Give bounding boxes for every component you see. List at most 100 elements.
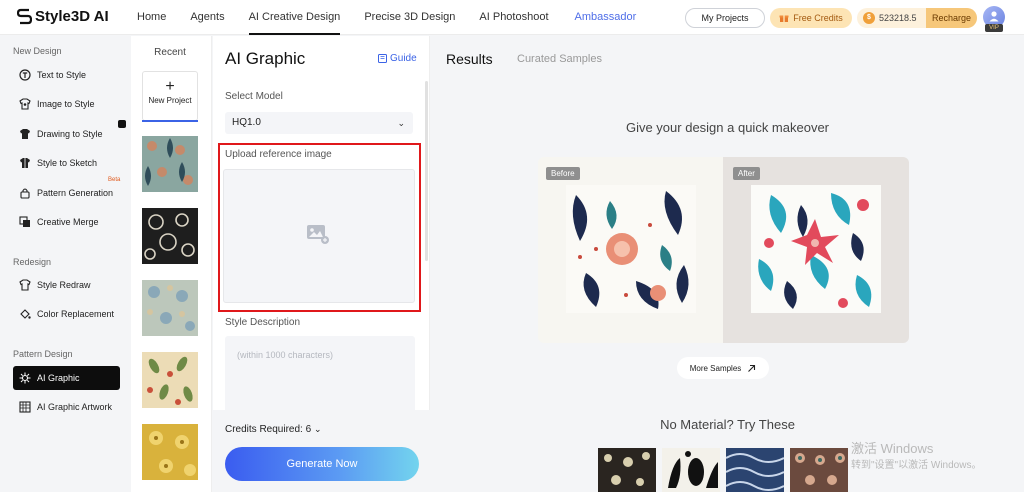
free-credits-label: Free Credits — [793, 13, 843, 23]
my-projects-button[interactable]: My Projects — [685, 8, 765, 28]
credits-required-label: Credits Required: 6 — [225, 424, 312, 435]
nav-agents[interactable]: Agents — [178, 0, 236, 35]
sidebar-item-ai-graphic-artwork[interactable]: AI Graphic Artwork — [13, 395, 120, 419]
recent-projects-panel: Recent + New Project — [131, 36, 342, 492]
arrow-up-right-icon — [748, 364, 756, 372]
tab-curated-samples[interactable]: Curated Samples — [517, 53, 602, 65]
new-project-button[interactable]: + New Project — [142, 71, 198, 121]
highlight-frame — [218, 143, 421, 312]
before-after-comparison: Before After — [538, 157, 909, 343]
page-title: AI Graphic — [225, 49, 306, 68]
image-shirt-icon — [19, 98, 31, 110]
section-redesign: Redesign — [13, 257, 52, 267]
free-credits-button[interactable]: Free Credits — [770, 8, 852, 28]
tab-results[interactable]: Results — [446, 51, 493, 67]
sidebar-item-label: Color Replacement — [37, 309, 115, 319]
guide-link[interactable]: Guide — [378, 53, 417, 64]
material-sample[interactable] — [726, 448, 784, 492]
before-pattern-image — [566, 185, 696, 313]
more-samples-label: More Samples — [689, 363, 742, 373]
sidebar-item-color-replacement[interactable]: Color Replacement — [13, 302, 120, 326]
plus-icon: + — [165, 78, 175, 95]
sidebar-item-label: AI Graphic Artwork — [37, 402, 113, 412]
style-description-input[interactable]: (within 1000 characters) — [225, 336, 415, 416]
sketch-shirt-icon — [19, 157, 31, 169]
user-icon — [989, 11, 999, 22]
credits-balance: 523218.5 — [879, 13, 917, 23]
chevron-down-icon: ⌄ — [397, 118, 405, 128]
brand-logo[interactable]: Style3D AI — [17, 8, 109, 25]
chevron-down-icon: ⌄ — [313, 424, 322, 434]
active-indicator — [142, 120, 198, 122]
style3d-logo-icon — [17, 8, 32, 25]
form-footer: Credits Required: 6 ⌄ Generate Now — [213, 410, 430, 492]
after-badge: After — [733, 167, 760, 180]
model-select-value: HQ1.0 — [232, 117, 261, 128]
nav-home[interactable]: Home — [125, 0, 178, 35]
ai-graphic-icon — [19, 372, 31, 384]
before-badge: Before — [546, 167, 580, 180]
credits-required-dropdown[interactable]: Credits Required: 6 ⌄ — [225, 424, 321, 435]
t-shirt-text-icon — [19, 69, 31, 81]
sidebar-item-label: Text to Style — [37, 70, 87, 80]
no-material-heading: No Material? Try These — [660, 417, 795, 432]
top-navbar: Style3D AI Home Agents AI Creative Desig… — [0, 0, 1024, 35]
windows-activation-hint: 转到"设置"以激活 Windows。 — [851, 460, 982, 471]
after-pattern-image — [751, 185, 881, 313]
sidebar-item-text-to-style[interactable]: Text to Style — [13, 63, 120, 87]
nav-ai-photoshoot[interactable]: AI Photoshoot — [467, 0, 560, 35]
sidebar-item-label: Drawing to Style — [37, 129, 103, 139]
sidebar-item-image-to-style[interactable]: Image to Style — [13, 92, 120, 116]
sidebar-item-label: Image to Style — [37, 99, 95, 109]
sidebar-item-label: Pattern Generation — [37, 188, 114, 198]
sidebar-item-label: Creative Merge — [37, 217, 99, 227]
material-sample[interactable] — [662, 448, 720, 492]
drawing-shirt-icon — [19, 128, 31, 140]
makeover-headline: Give your design a quick makeover — [625, 120, 830, 135]
sidebar-item-pattern-generation[interactable]: Pattern Generation — [13, 181, 120, 205]
after-panel: After — [723, 157, 909, 343]
sidebar-item-creative-merge[interactable]: Creative Merge — [13, 210, 120, 234]
material-sample[interactable] — [790, 448, 848, 492]
guide-label: Guide — [390, 53, 417, 64]
recent-thumbnail[interactable] — [142, 136, 198, 192]
redraw-shirt-icon — [19, 279, 31, 291]
sidebar-item-style-redraw[interactable]: Style Redraw — [13, 273, 120, 297]
coin-icon: $ — [863, 12, 875, 24]
nav-ai-creative-design[interactable]: AI Creative Design — [237, 0, 353, 35]
material-sample[interactable] — [598, 448, 656, 492]
left-sidebar: New Design Text to Style Image to Style … — [0, 36, 130, 492]
sidebar-item-drawing-to-style[interactable]: Drawing to Style — [13, 122, 120, 146]
generate-now-button[interactable]: Generate Now — [225, 447, 419, 481]
recent-thumbnail[interactable] — [142, 280, 198, 336]
credits-balance-box: $ 523218.5 Recharge — [857, 8, 977, 28]
sidebar-item-label: AI Graphic — [37, 373, 80, 383]
ai-graphic-form: AI Graphic Guide Select Model HQ1.0 ⌄ Up… — [213, 36, 430, 492]
merge-icon — [19, 216, 31, 228]
recent-thumbnail[interactable] — [142, 352, 198, 408]
select-model-label: Select Model — [225, 91, 283, 102]
windows-activation-watermark: 激活 Windows — [851, 441, 934, 456]
pattern-lock-icon — [19, 187, 31, 199]
vip-badge: VIP — [985, 24, 1003, 32]
sidebar-item-label: Style to Sketch — [37, 158, 98, 168]
recent-thumbnail[interactable] — [142, 424, 198, 480]
recent-thumbnail[interactable] — [142, 208, 198, 264]
form-scrollbar[interactable] — [425, 81, 428, 261]
artwork-icon — [19, 401, 31, 413]
recent-title: Recent — [154, 47, 186, 58]
more-samples-button[interactable]: More Samples — [677, 357, 769, 379]
recharge-button[interactable]: Recharge — [925, 8, 977, 28]
sidebar-item-style-to-sketch[interactable]: Style to Sketch — [13, 151, 120, 175]
section-pattern-design: Pattern Design — [13, 349, 73, 359]
book-icon — [378, 54, 387, 63]
nav-ambassador[interactable]: Ambassador — [563, 0, 649, 35]
sidebar-item-label: Style Redraw — [37, 280, 91, 290]
sidebar-item-ai-graphic[interactable]: AI Graphic — [13, 366, 120, 390]
color-bucket-icon — [19, 308, 31, 320]
model-select[interactable]: HQ1.0 ⌄ — [225, 112, 413, 134]
nav-precise-3d-design[interactable]: Precise 3D Design — [352, 0, 467, 35]
before-panel: Before — [538, 157, 723, 343]
brand-name: Style3D AI — [35, 8, 109, 25]
section-new-design: New Design — [13, 46, 62, 56]
